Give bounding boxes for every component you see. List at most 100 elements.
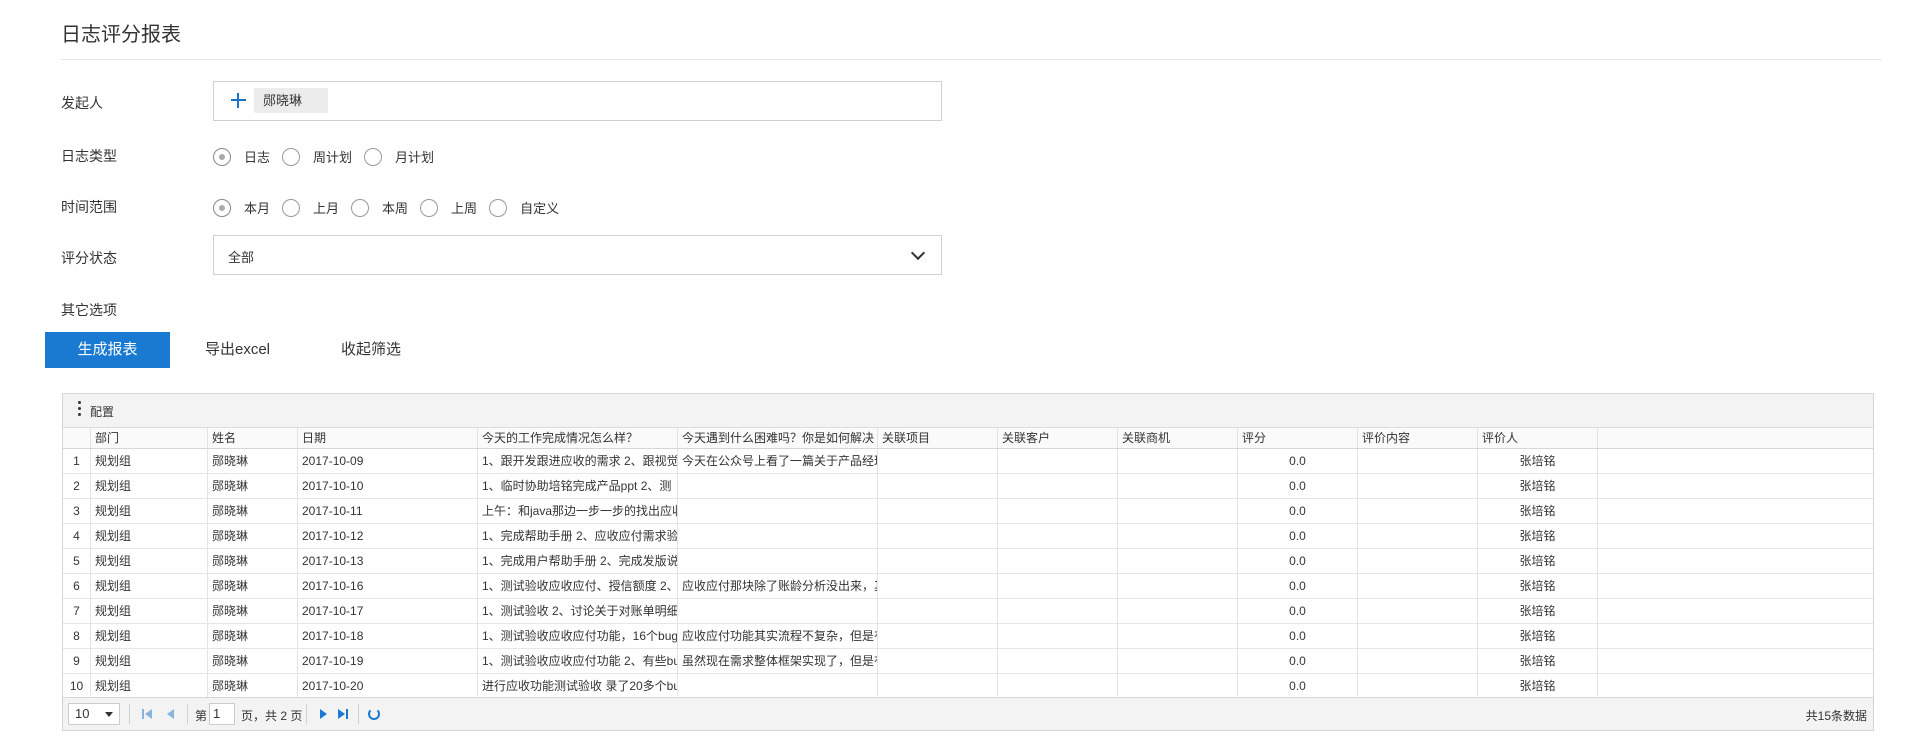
project-cell (878, 524, 998, 548)
radio-this-month[interactable]: 本月 (213, 198, 270, 217)
table-row[interactable]: 8 规划组 郧晓琳 2017-10-18 1、测试验收应收应付功能，16个bug 应收应付… (63, 624, 1873, 649)
page-size-select[interactable]: 10 (68, 703, 120, 725)
total-count: 共15条数据 (1805, 709, 1867, 723)
reviewer-cell: 张培铭 (1478, 599, 1598, 623)
department-cell: 规划组 (91, 524, 208, 548)
first-page-icon[interactable] (142, 708, 154, 720)
radio-log-daily[interactable]: 日志 (213, 147, 270, 166)
header-cell[interactable]: 关联商机 (1118, 428, 1238, 448)
opportunity-cell (1118, 474, 1238, 498)
select-value: 全部 (228, 250, 255, 265)
grid-toolbar: 配置 (63, 394, 1873, 428)
table-row[interactable]: 4 规划组 郧晓琳 2017-10-12 1、完成帮助手册 2、应收应付需求验 0.0 张培… (63, 524, 1873, 549)
add-person-icon[interactable] (228, 90, 248, 110)
customer-cell (998, 624, 1118, 648)
table-row[interactable]: 7 规划组 郧晓琳 2017-10-17 1、测试验收 2、讨论关于对账单明细 0.0 张培… (63, 599, 1873, 624)
name-cell: 郧晓琳 (208, 524, 298, 548)
reviewer-cell: 张培铭 (1478, 649, 1598, 673)
log-type-radio-group: 日志 周计划 月计划 (213, 147, 447, 166)
difficulty-cell: 今天在公众号上看了一篇关于产品经理 (678, 449, 878, 473)
header-cell[interactable]: 评价人 (1478, 428, 1598, 448)
radio-circle-checked[interactable] (213, 147, 231, 166)
header-cell[interactable]: 评价内容 (1358, 428, 1478, 448)
grid-header: 部门 姓名 日期 今天的工作完成情况怎么样？ 今天遇到什么困难吗？你是如何解决 … (63, 428, 1873, 449)
review-content-cell (1358, 499, 1478, 523)
table-row[interactable]: 5 规划组 郧晓琳 2017-10-13 1、完成用户帮助手册 2、完成发版说 0.0 张培… (63, 549, 1873, 574)
customer-cell (998, 574, 1118, 598)
table-row[interactable]: 3 规划组 郧晓琳 2017-10-11 上午：和java那边一步一步的找出应收 0.0 张… (63, 499, 1873, 524)
page-number-input[interactable]: 1 (209, 703, 235, 725)
difficulty-cell (678, 524, 878, 548)
export-excel-button[interactable]: 导出excel (205, 332, 270, 368)
radio-last-month[interactable]: 上月 (282, 198, 339, 217)
header-cell[interactable]: 今天遇到什么困难吗？你是如何解决 (678, 428, 878, 448)
page-prefix: 第 (195, 709, 208, 723)
radio-this-week[interactable]: 本周 (351, 198, 408, 217)
project-cell (878, 649, 998, 673)
date-cell: 2017-10-11 (298, 499, 478, 523)
score-cell: 0.0 (1238, 549, 1358, 573)
work-summary-cell: 进行应收功能测试验收 录了20多个bug (478, 674, 678, 698)
header-cell-index (63, 428, 91, 448)
date-cell: 2017-10-12 (298, 524, 478, 548)
radio-circle[interactable] (351, 198, 370, 217)
opportunity-cell (1118, 674, 1238, 698)
work-summary-cell: 1、临时协助培铭完成产品ppt 2、测 (478, 474, 678, 498)
table-row[interactable]: 1 规划组 郧晓琳 2017-10-09 1、跟开发跟进应收的需求 2、跟视觉 今天在公众… (63, 449, 1873, 474)
radio-circle-checked[interactable] (213, 198, 231, 217)
radio-log-monthly[interactable]: 月计划 (364, 147, 434, 166)
table-row[interactable]: 6 规划组 郧晓琳 2017-10-16 1、测试验收应收应付、授信额度 2、 应收应付那… (63, 574, 1873, 599)
customer-cell (998, 674, 1118, 698)
next-page-icon[interactable] (318, 708, 330, 720)
name-cell: 郧晓琳 (208, 449, 298, 473)
header-cell[interactable]: 关联客户 (998, 428, 1118, 448)
table-row[interactable]: 10 规划组 郧晓琳 2017-10-20 进行应收功能测试验收 录了20多个bug 0.… (63, 674, 1873, 699)
grid-footer: 10 第 1 页，共 2 页 共15条数据 (63, 697, 1873, 730)
department-cell: 规划组 (91, 574, 208, 598)
refresh-icon[interactable] (368, 708, 380, 720)
config-button[interactable]: 配置 (90, 403, 114, 420)
more-vertical-icon[interactable] (78, 401, 81, 418)
date-cell: 2017-10-18 (298, 624, 478, 648)
last-page-icon[interactable] (338, 708, 350, 720)
header-cell[interactable]: 姓名 (208, 428, 298, 448)
work-summary-cell: 1、跟开发跟进应收的需求 2、跟视觉 (478, 449, 678, 473)
generate-report-button[interactable]: 生成报表 (45, 332, 170, 368)
radio-label: 上月 (313, 201, 340, 216)
prev-page-icon[interactable] (165, 708, 177, 720)
radio-log-weekly[interactable]: 周计划 (282, 147, 352, 166)
header-cell[interactable]: 评分 (1238, 428, 1358, 448)
department-cell: 规划组 (91, 499, 208, 523)
radio-circle[interactable] (420, 198, 439, 217)
radio-circle[interactable] (282, 147, 301, 166)
customer-cell (998, 449, 1118, 473)
table-row[interactable]: 2 规划组 郧晓琳 2017-10-10 1、临时协助培铭完成产品ppt 2、测 0.0 张… (63, 474, 1873, 499)
radio-circle[interactable] (282, 198, 301, 217)
score-status-select[interactable]: 全部 (213, 235, 942, 275)
header-cell[interactable]: 日期 (298, 428, 478, 448)
person-tag[interactable]: 郧晓琳 (254, 88, 328, 113)
table-row[interactable]: 9 规划组 郧晓琳 2017-10-19 1、测试验收应收应付功能 2、有些bu 虽然现在… (63, 649, 1873, 674)
radio-custom[interactable]: 自定义 (489, 198, 559, 217)
radio-last-week[interactable]: 上周 (420, 198, 477, 217)
review-content-cell (1358, 449, 1478, 473)
score-cell: 0.0 (1238, 674, 1358, 698)
opportunity-cell (1118, 499, 1238, 523)
page-title: 日志评分报表 (61, 24, 181, 46)
header-cell[interactable]: 关联项目 (878, 428, 998, 448)
collapse-filter-button[interactable]: 收起筛选 (341, 332, 401, 368)
review-content-cell (1358, 574, 1478, 598)
review-content-cell (1358, 599, 1478, 623)
reviewer-cell: 张培铭 (1478, 674, 1598, 698)
project-cell (878, 474, 998, 498)
opportunity-cell (1118, 524, 1238, 548)
department-cell: 规划组 (91, 549, 208, 573)
review-content-cell (1358, 474, 1478, 498)
initiator-field[interactable]: 郧晓琳 (213, 81, 942, 121)
name-cell: 郧晓琳 (208, 549, 298, 573)
radio-circle[interactable] (489, 198, 508, 217)
header-cell[interactable]: 部门 (91, 428, 208, 448)
header-cell[interactable]: 今天的工作完成情况怎么样？ (478, 428, 678, 448)
date-cell: 2017-10-17 (298, 599, 478, 623)
radio-circle[interactable] (364, 147, 383, 166)
